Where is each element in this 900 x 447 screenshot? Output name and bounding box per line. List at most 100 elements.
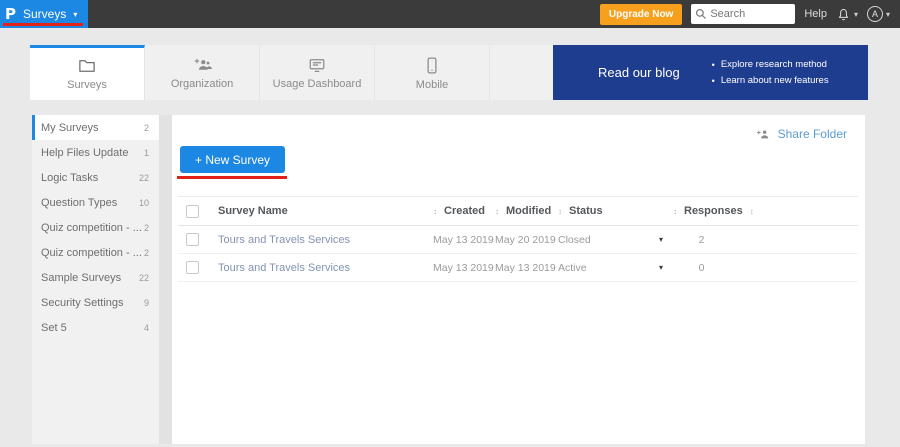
sidebar-gutter xyxy=(159,115,172,444)
column-label: Responses xyxy=(684,205,743,217)
sidebar-item-count: 22 xyxy=(139,273,149,283)
chevron-down-icon: ▾ xyxy=(886,10,890,19)
dashboard-icon xyxy=(308,57,326,73)
table-header-row: Survey Name ↕ Created ↕ Modified ↕ Status ↕… xyxy=(178,196,858,226)
tab-organization[interactable]: Organization xyxy=(145,45,260,100)
sort-icon[interactable]: ↕ xyxy=(673,207,677,216)
status-dropdown-icon[interactable]: ▾ xyxy=(659,263,663,272)
responses-cell: 2 xyxy=(673,234,758,246)
product-switcher[interactable]: P Surveys ▾ xyxy=(0,0,88,28)
sort-icon[interactable]: ↕ xyxy=(495,207,499,216)
chevron-down-icon: ▾ xyxy=(854,10,858,19)
tab-label: Mobile xyxy=(416,79,448,91)
sidebar-item-count: 2 xyxy=(144,123,149,133)
sidebar-item-security-settings[interactable]: Security Settings 9 xyxy=(32,290,159,315)
column-header-status[interactable]: ↕ Status xyxy=(558,205,673,217)
avatar: A xyxy=(867,6,883,22)
product-name: Surveys xyxy=(23,7,66,21)
bell-icon xyxy=(836,7,851,22)
responses-cell: 0 xyxy=(673,262,758,274)
tab-usage-dashboard[interactable]: Usage Dashboard xyxy=(260,45,375,100)
blog-bullet: Learn about new features xyxy=(712,75,829,86)
folder-icon xyxy=(78,58,96,74)
blog-banner[interactable]: Read our blog Explore research method Le… xyxy=(553,45,868,100)
search-icon xyxy=(695,8,707,20)
sidebar-item-question-types[interactable]: Question Types 10 xyxy=(32,190,159,215)
tab-label: Usage Dashboard xyxy=(273,78,362,90)
column-label: Survey Name xyxy=(218,205,288,217)
status-dropdown-icon[interactable]: ▾ xyxy=(659,235,663,244)
column-label: Status xyxy=(569,205,603,217)
annotation-underline xyxy=(177,176,287,179)
survey-name-link[interactable]: Tours and Travels Services xyxy=(218,234,433,246)
surveys-table: Survey Name ↕ Created ↕ Modified ↕ Status ↕… xyxy=(178,196,858,282)
status-cell: Active ▾ xyxy=(558,262,673,274)
sidebar-item-logic-tasks[interactable]: Logic Tasks 22 xyxy=(32,165,159,190)
tab-surveys[interactable]: Surveys xyxy=(30,45,145,100)
sidebar-item-count: 9 xyxy=(144,298,149,308)
app-window: P Surveys ▾ Upgrade Now Help ▾ A ▾ xyxy=(0,0,900,447)
sidebar-item-label: Set 5 xyxy=(41,322,67,334)
search-box xyxy=(691,4,795,24)
annotation-underline xyxy=(3,23,83,26)
blog-bullet-list: Explore research method Learn about new … xyxy=(712,59,829,86)
upgrade-now-button[interactable]: Upgrade Now xyxy=(600,4,682,25)
sidebar-item-label: My Surveys xyxy=(41,122,98,134)
column-label: Created xyxy=(444,205,485,217)
modified-cell: May 20 2019 xyxy=(495,234,558,246)
column-header-created[interactable]: ↕ Created xyxy=(433,205,495,217)
account-menu[interactable]: A ▾ xyxy=(867,6,890,22)
tab-label: Surveys xyxy=(67,79,107,91)
sort-icon[interactable]: ↕ xyxy=(558,207,562,216)
mobile-icon xyxy=(426,57,438,74)
proprofs-logo-icon: P xyxy=(5,7,16,22)
column-header-modified[interactable]: ↕ Modified xyxy=(495,205,558,217)
share-folder-label: Share Folder xyxy=(778,127,847,141)
sidebar-item-count: 2 xyxy=(144,248,149,258)
row-checkbox[interactable] xyxy=(186,233,199,246)
table-row: Tours and Travels Services May 13 2019 M… xyxy=(178,254,858,282)
blog-title: Read our blog xyxy=(598,65,680,80)
status-cell: Closed ▾ xyxy=(558,234,673,246)
notifications-menu[interactable]: ▾ xyxy=(836,7,858,22)
select-all-checkbox[interactable] xyxy=(186,205,199,218)
sidebar-item-help-files-update[interactable]: Help Files Update 1 xyxy=(32,140,159,165)
row-checkbox[interactable] xyxy=(186,261,199,274)
chevron-down-icon: ▾ xyxy=(73,10,77,19)
column-header-survey-name[interactable]: Survey Name xyxy=(218,205,433,217)
navbar-actions: Upgrade Now Help ▾ A ▾ xyxy=(600,4,900,25)
sidebar-item-count: 22 xyxy=(139,173,149,183)
status-value: Closed xyxy=(558,234,591,246)
sidebar-item-count: 1 xyxy=(144,148,149,158)
sidebar-item-my-surveys[interactable]: My Surveys 2 xyxy=(32,115,159,140)
tab-label: Organization xyxy=(171,78,233,90)
sidebar-item-quiz-competition-2[interactable]: Quiz competition - ... 2 xyxy=(32,240,159,265)
share-person-icon xyxy=(756,128,772,141)
created-cell: May 13 2019 xyxy=(433,234,495,246)
sidebar-item-count: 10 xyxy=(139,198,149,208)
sidebar-item-label: Help Files Update xyxy=(41,147,128,159)
sidebar-item-label: Quiz competition - ... xyxy=(41,222,142,234)
column-header-responses[interactable]: ↕ Responses ↕ xyxy=(673,205,758,217)
status-value: Active xyxy=(558,262,587,274)
surveys-panel: Share Folder + New Survey Survey Name ↕ C… xyxy=(172,115,865,444)
sidebar-item-count: 4 xyxy=(144,323,149,333)
sort-icon[interactable]: ↕ xyxy=(750,207,754,216)
help-link[interactable]: Help xyxy=(804,8,827,20)
sidebar-item-label: Sample Surveys xyxy=(41,272,121,284)
sort-icon[interactable]: ↕ xyxy=(433,207,437,216)
main-tabbar: Surveys Organization Usage Dashboard Mob… xyxy=(30,45,868,100)
sidebar-item-label: Security Settings xyxy=(41,297,124,309)
table-row: Tours and Travels Services May 13 2019 M… xyxy=(178,226,858,254)
sidebar-item-label: Question Types xyxy=(41,197,117,209)
share-folder-link[interactable]: Share Folder xyxy=(756,127,847,141)
blog-bullet: Explore research method xyxy=(712,59,829,70)
sidebar-item-sample-surveys[interactable]: Sample Surveys 22 xyxy=(32,265,159,290)
sidebar-item-set-5[interactable]: Set 5 4 xyxy=(32,315,159,340)
column-label: Modified xyxy=(506,205,551,217)
sidebar-item-quiz-competition-1[interactable]: Quiz competition - ... 2 xyxy=(32,215,159,240)
new-survey-button[interactable]: + New Survey xyxy=(180,146,285,173)
add-people-icon xyxy=(193,57,212,73)
survey-name-link[interactable]: Tours and Travels Services xyxy=(218,262,433,274)
tab-mobile[interactable]: Mobile xyxy=(375,45,490,100)
